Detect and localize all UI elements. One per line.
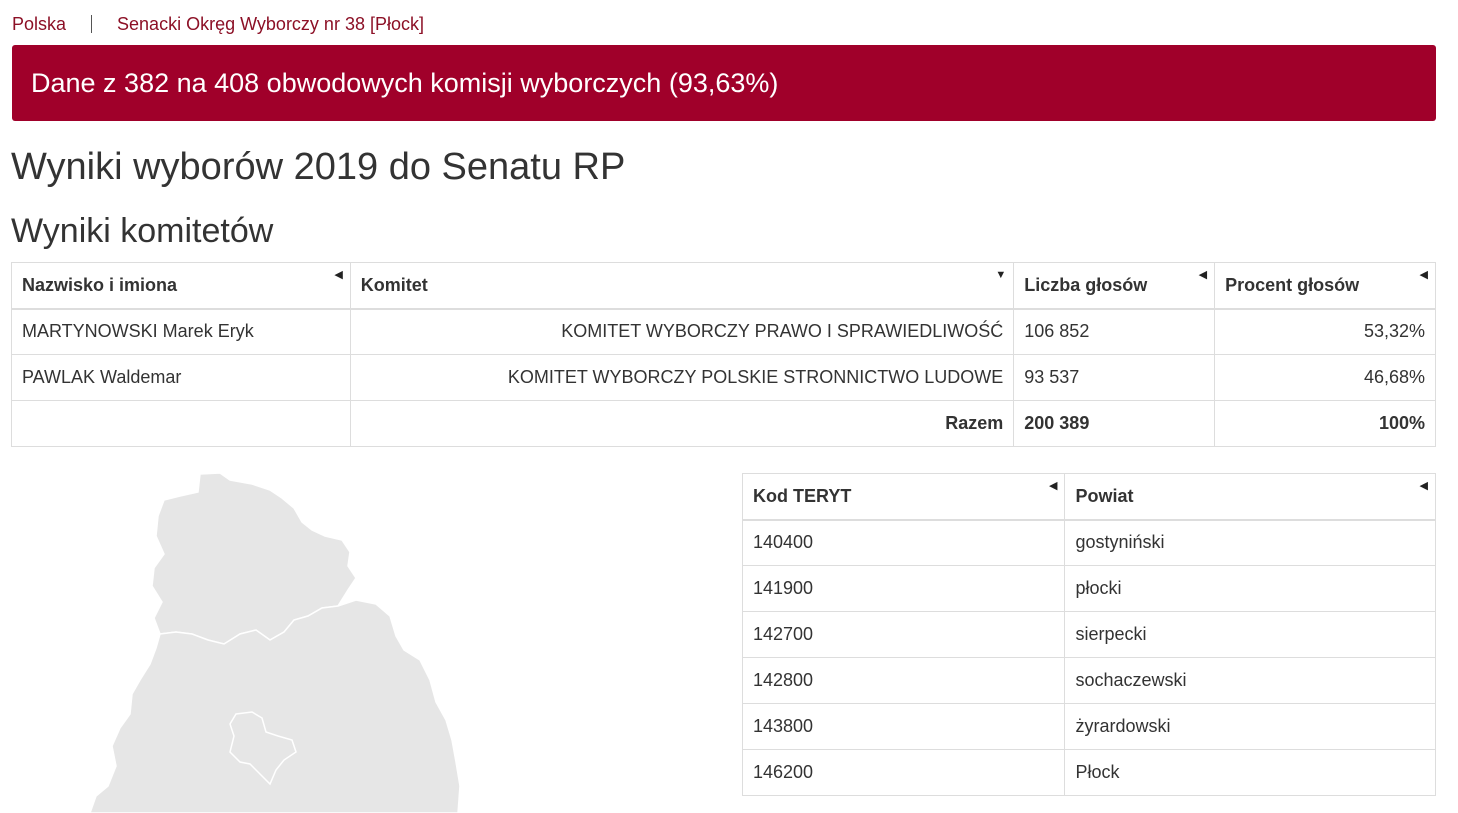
header-votes[interactable]: Liczba głosów ◀ xyxy=(1013,262,1216,310)
breadcrumb-home-link[interactable]: Polska xyxy=(12,14,66,35)
powiat-name[interactable]: sochaczewski xyxy=(1064,657,1436,704)
sort-triangle-left-icon: ◀ xyxy=(1419,269,1428,281)
section-title: Wyniki komitetów xyxy=(11,212,274,250)
powiat-name[interactable]: Płock xyxy=(1064,749,1436,796)
table-row: 142800 sochaczewski xyxy=(741,657,1436,704)
table-row: PAWLAK Waldemar KOMITET WYBORCZY POLSKIE… xyxy=(11,354,1436,401)
header-committee-label: Komitet xyxy=(360,274,428,295)
header-percent[interactable]: Procent głosów ◀ xyxy=(1214,262,1436,310)
sort-triangle-left-icon: ◀ xyxy=(1419,480,1428,492)
sort-triangle-left-icon: ◀ xyxy=(1198,269,1208,281)
powiat-name[interactable]: żyrardowski xyxy=(1064,703,1436,750)
teryt-header-row: Kod TERYT ◀ Powiat ◀ xyxy=(741,473,1436,521)
candidate-committee: KOMITET WYBORCZY PRAWO I SPRAWIEDLIWOŚĆ xyxy=(349,308,1015,355)
header-name[interactable]: Nazwisko i imiona ◀ xyxy=(11,262,351,310)
breadcrumb-current-link[interactable]: Senacki Okręg Wyborczy nr 38 [Płock] xyxy=(117,14,424,35)
breadcrumb-separator xyxy=(91,15,93,33)
results-header-row: Nazwisko i imiona ◀ Komitet ▼ Liczba gło… xyxy=(11,262,1436,310)
sort-triangle-left-icon: ◀ xyxy=(1049,480,1058,492)
candidate-votes: 106 852 xyxy=(1013,308,1216,355)
header-teryt-code-label: Kod TERYT xyxy=(753,485,852,506)
sort-triangle-down-icon: ▼ xyxy=(995,269,1007,281)
teryt-table: Kod TERYT ◀ Powiat ◀ 140400 gostyniński … xyxy=(741,473,1436,796)
candidate-name: MARTYNOWSKI Marek Eryk xyxy=(11,308,351,355)
data-coverage-banner: Dane z 382 na 408 obwodowych komisji wyb… xyxy=(12,45,1436,121)
total-votes: 200 389 xyxy=(1013,400,1216,447)
table-row: 146200 Płock xyxy=(741,749,1436,796)
page-title: Wyniki wyborów 2019 do Senatu RP xyxy=(11,146,626,188)
candidate-committee: KOMITET WYBORCZY POLSKIE STRONNICTWO LUD… xyxy=(349,354,1015,401)
sort-triangle-left-icon: ◀ xyxy=(334,269,343,281)
powiat-name[interactable]: sierpecki xyxy=(1064,611,1436,658)
results-table: Nazwisko i imiona ◀ Komitet ▼ Liczba gło… xyxy=(11,262,1436,447)
candidate-name: PAWLAK Waldemar xyxy=(11,354,351,401)
table-row: 141900 płocki xyxy=(741,565,1436,612)
district-map xyxy=(89,472,461,813)
teryt-code: 140400 xyxy=(741,519,1066,566)
header-votes-label: Liczba głosów xyxy=(1024,274,1148,295)
powiat-name[interactable]: gostyniński xyxy=(1064,519,1436,566)
header-teryt-code[interactable]: Kod TERYT ◀ xyxy=(741,473,1066,521)
teryt-code: 142800 xyxy=(741,657,1066,704)
total-percent: 100% xyxy=(1214,400,1436,447)
teryt-code: 141900 xyxy=(741,565,1066,612)
candidate-percent: 46,68% xyxy=(1214,354,1436,401)
candidate-percent: 53,32% xyxy=(1214,308,1436,355)
total-row: Razem 200 389 100% xyxy=(11,400,1436,447)
total-label: Razem xyxy=(349,400,1015,447)
teryt-code: 142700 xyxy=(741,611,1066,658)
header-powiat[interactable]: Powiat ◀ xyxy=(1064,473,1436,521)
table-row: 142700 sierpecki xyxy=(741,611,1436,658)
table-row: MARTYNOWSKI Marek Eryk KOMITET WYBORCZY … xyxy=(11,308,1436,355)
header-percent-label: Procent głosów xyxy=(1225,274,1360,295)
teryt-code: 146200 xyxy=(741,749,1066,796)
header-name-label: Nazwisko i imiona xyxy=(22,274,178,295)
header-committee[interactable]: Komitet ▼ xyxy=(349,262,1015,310)
page: Polska Senacki Okręg Wyborczy nr 38 [Pło… xyxy=(0,0,1458,813)
candidate-votes: 93 537 xyxy=(1013,354,1216,401)
total-empty-cell xyxy=(11,400,351,447)
powiat-name[interactable]: płocki xyxy=(1064,565,1436,612)
teryt-code: 143800 xyxy=(741,703,1066,750)
table-row: 143800 żyrardowski xyxy=(741,703,1436,750)
table-row: 140400 gostyniński xyxy=(741,519,1436,566)
breadcrumb: Polska Senacki Okręg Wyborczy nr 38 [Pło… xyxy=(12,12,424,36)
header-powiat-label: Powiat xyxy=(1075,485,1134,506)
